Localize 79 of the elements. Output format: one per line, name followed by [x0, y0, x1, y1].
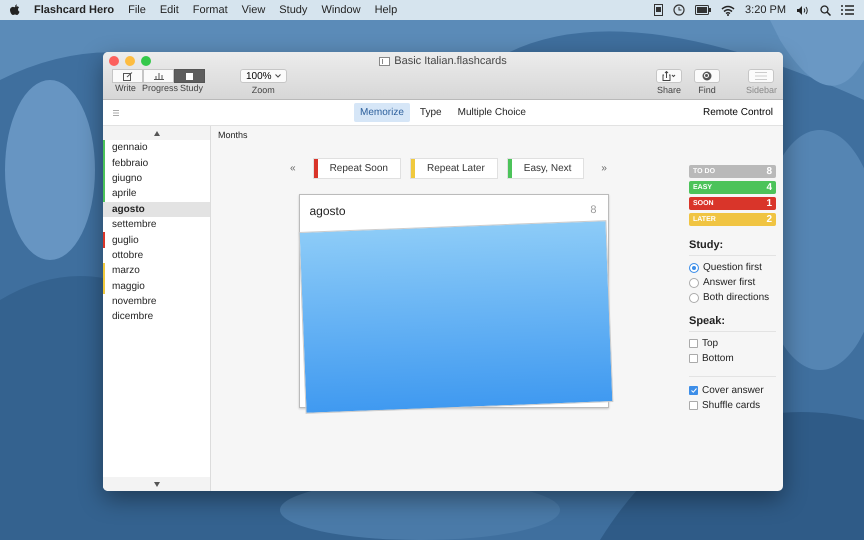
menu-item[interactable]: Edit	[160, 4, 179, 16]
speaker-icon[interactable]	[796, 4, 810, 16]
checkbox-label: Cover answer	[702, 385, 764, 396]
mode-button[interactable]	[174, 69, 205, 83]
apple-icon[interactable]	[10, 4, 20, 16]
menu-item[interactable]: Format	[192, 4, 228, 16]
close-button[interactable]	[109, 56, 119, 66]
study-heading: Study:	[689, 239, 776, 256]
menu-item[interactable]: File	[128, 4, 146, 16]
radio-label: Both directions	[703, 292, 770, 303]
share-button[interactable]	[656, 69, 682, 83]
card-list-item[interactable]: maggio	[103, 278, 210, 294]
clock-icon[interactable]	[673, 4, 686, 16]
checkbox-label: Shuffle cards	[702, 400, 760, 411]
menu-item[interactable]: Study	[279, 4, 308, 16]
menu-item[interactable]: View	[242, 4, 266, 16]
card-list-item[interactable]: giugno	[103, 170, 210, 186]
radio-button[interactable]	[689, 292, 699, 302]
tab[interactable]: Memorize	[354, 103, 410, 122]
clock-time[interactable]: 3:20 PM	[745, 4, 786, 16]
card-list-item[interactable]: agosto	[103, 202, 210, 217]
find-button[interactable]	[694, 69, 720, 83]
find-label: Find	[698, 85, 716, 95]
radio-button[interactable]	[689, 278, 699, 288]
previous-button[interactable]: «	[282, 163, 304, 174]
battery-icon[interactable]	[695, 5, 712, 15]
next-button[interactable]: »	[593, 163, 615, 174]
radio-label: Answer first	[703, 277, 756, 288]
card-list-item[interactable]: settembre	[103, 216, 210, 232]
checkbox[interactable]	[689, 386, 698, 395]
radio-label: Question first	[703, 262, 762, 273]
checkbox[interactable]	[689, 401, 698, 410]
card-list-item[interactable]: marzo	[103, 263, 210, 279]
card-count: 8	[590, 204, 596, 216]
radio-button[interactable]	[689, 262, 699, 272]
wifi-icon[interactable]	[721, 4, 736, 16]
answer-button[interactable]: Repeat Later	[410, 158, 498, 179]
pencil-icon	[122, 72, 132, 80]
search-icon[interactable]	[820, 4, 831, 16]
answer-button[interactable]: Repeat Soon	[312, 158, 401, 179]
bar-chart-icon	[154, 72, 164, 80]
find-icon	[702, 71, 712, 81]
app-menu[interactable]: Flashcard Hero	[34, 4, 114, 16]
flashcard[interactable]: agosto 8	[298, 194, 606, 224]
card-list-item[interactable]: ottobre	[103, 248, 210, 264]
card-list-item[interactable]: aprile	[103, 186, 210, 202]
window-title: Basic Italian.flashcards	[394, 55, 507, 67]
scroll-up-icon[interactable]	[154, 130, 160, 136]
checkbox[interactable]	[689, 354, 698, 363]
card-list-item[interactable]: dicembre	[103, 309, 210, 325]
deck-title: Months	[218, 130, 249, 140]
answer-button[interactable]: Easy, Next	[506, 158, 584, 179]
tab[interactable]: Multiple Choice	[452, 103, 532, 122]
speak-heading: Speak:	[689, 315, 776, 332]
checkbox-label: Top	[702, 338, 718, 349]
zoom-dropdown[interactable]: 100%	[240, 69, 287, 83]
card-list-item[interactable]: novembre	[103, 294, 210, 310]
chevron-down-icon	[274, 74, 281, 78]
card-list-item[interactable]: gennaio	[103, 140, 210, 156]
checkbox[interactable]	[689, 339, 698, 348]
menu-item[interactable]: Window	[321, 4, 361, 16]
remote-control-button[interactable]: Remote Control	[702, 107, 773, 118]
share-icon	[662, 71, 676, 81]
card-list-item[interactable]: febbraio	[103, 155, 210, 171]
sidebar-label: Sidebar	[746, 85, 777, 95]
share-label: Share	[656, 85, 681, 95]
zoom-label: Zoom	[252, 85, 275, 95]
document-icon	[379, 56, 390, 66]
card-question: agosto	[310, 204, 346, 218]
document-icon[interactable]	[654, 4, 664, 16]
tab[interactable]: Type	[414, 103, 448, 122]
sidebar-icon	[755, 72, 768, 80]
menu-item[interactable]: Help	[374, 4, 398, 16]
stop-icon	[186, 72, 193, 80]
mode-label: Write	[114, 83, 137, 93]
list-icon[interactable]	[841, 5, 854, 15]
scroll-down-icon[interactable]	[154, 482, 160, 486]
checkbox-label: Bottom	[702, 353, 734, 364]
card-list-item[interactable]: guglio	[103, 232, 210, 248]
